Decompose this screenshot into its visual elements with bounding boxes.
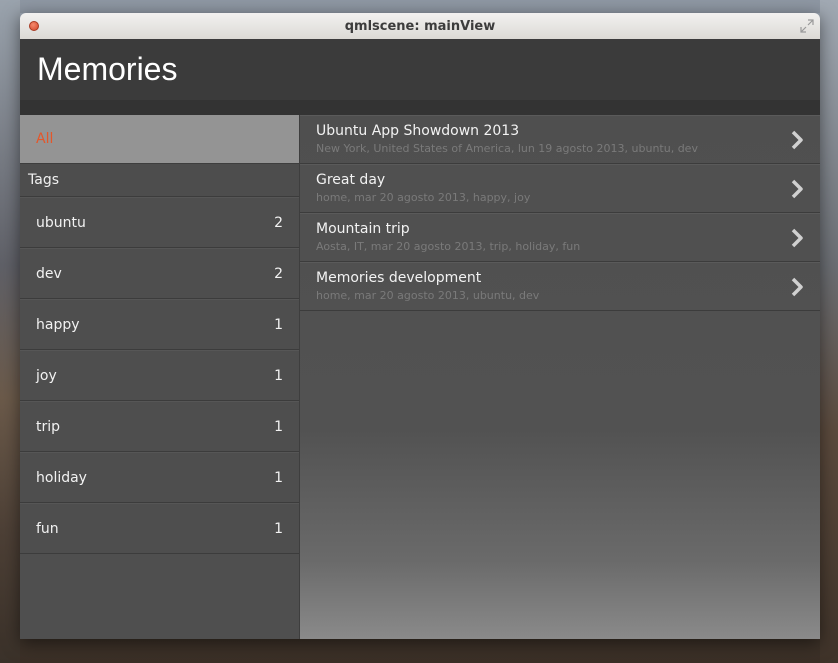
- tags-section-header: Tags: [20, 164, 299, 197]
- header-divider: [20, 100, 820, 116]
- window-title: qmlscene: mainView: [344, 18, 496, 34]
- sidebar-item-tag[interactable]: trip 1: [20, 401, 299, 452]
- tag-label: trip: [36, 418, 61, 435]
- maximize-icon[interactable]: [800, 19, 814, 33]
- desktop-background-right: [820, 0, 838, 663]
- tag-label: happy: [36, 316, 80, 333]
- tag-count: 2: [274, 214, 283, 231]
- sidebar-item-tag[interactable]: fun 1: [20, 503, 299, 554]
- tag-label: ubuntu: [36, 214, 86, 231]
- sidebar: All Tags ubuntu 2 dev 2 happy 1 joy 1 tr…: [20, 115, 300, 639]
- tag-count: 1: [274, 316, 283, 333]
- tag-count: 1: [274, 418, 283, 435]
- tag-count: 2: [274, 265, 283, 282]
- content-area: All Tags ubuntu 2 dev 2 happy 1 joy 1 tr…: [20, 115, 820, 639]
- memory-list-item[interactable]: Great day home, mar 20 agosto 2013, happ…: [300, 164, 820, 213]
- chevron-right-icon: [791, 277, 803, 297]
- chevron-right-icon: [791, 130, 803, 150]
- sidebar-item-tag[interactable]: ubuntu 2: [20, 197, 299, 248]
- chevron-right-icon: [791, 228, 803, 248]
- sidebar-item-tag[interactable]: joy 1: [20, 350, 299, 401]
- sidebar-item-all[interactable]: All: [20, 115, 299, 164]
- memory-list-item[interactable]: Mountain trip Aosta, IT, mar 20 agosto 2…: [300, 213, 820, 262]
- chevron-right-icon: [791, 179, 803, 199]
- close-icon[interactable]: [29, 21, 39, 31]
- tag-count: 1: [274, 520, 283, 537]
- tag-label: fun: [36, 520, 59, 537]
- tags-heading: Tags: [28, 172, 59, 188]
- memory-title: Memories development: [316, 270, 482, 286]
- tag-count: 1: [274, 367, 283, 384]
- tag-count: 1: [274, 469, 283, 486]
- memory-title: Mountain trip: [316, 221, 410, 237]
- memories-list: Ubuntu App Showdown 2013 New York, Unite…: [300, 115, 820, 639]
- memory-subtitle: Aosta, IT, mar 20 agosto 2013, trip, hol…: [316, 240, 581, 253]
- page-title: Memories: [37, 51, 178, 87]
- tag-label: joy: [36, 367, 57, 384]
- memory-list-item[interactable]: Ubuntu App Showdown 2013 New York, Unite…: [300, 115, 820, 164]
- memory-list-item[interactable]: Memories development home, mar 20 agosto…: [300, 262, 820, 311]
- tag-label: holiday: [36, 469, 87, 486]
- memory-subtitle: New York, United States of America, lun …: [316, 142, 698, 155]
- memory-subtitle: home, mar 20 agosto 2013, happy, joy: [316, 191, 531, 204]
- sidebar-item-tag[interactable]: holiday 1: [20, 452, 299, 503]
- app-header: Memories: [20, 39, 820, 100]
- memory-subtitle: home, mar 20 agosto 2013, ubuntu, dev: [316, 289, 540, 302]
- memory-title: Great day: [316, 172, 386, 188]
- sidebar-item-all-label: All: [36, 131, 54, 147]
- app-window: qmlscene: mainView Memories All Tags ubu…: [20, 13, 820, 639]
- desktop-background-left: [0, 0, 20, 663]
- memory-title: Ubuntu App Showdown 2013: [316, 123, 520, 139]
- tag-label: dev: [36, 265, 62, 282]
- sidebar-item-tag[interactable]: happy 1: [20, 299, 299, 350]
- sidebar-item-tag[interactable]: dev 2: [20, 248, 299, 299]
- window-titlebar[interactable]: qmlscene: mainView: [20, 13, 820, 39]
